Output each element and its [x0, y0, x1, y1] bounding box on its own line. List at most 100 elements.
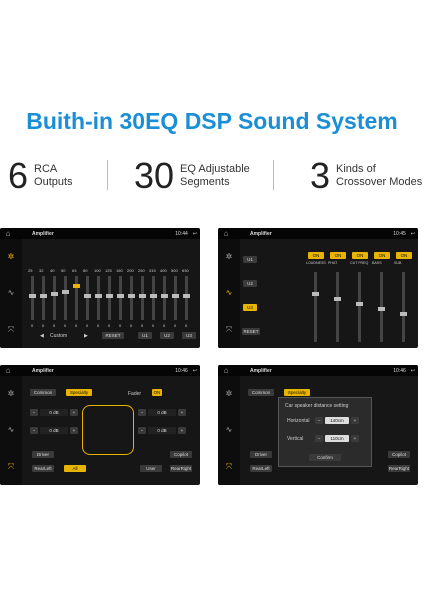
- crossover-icon[interactable]: ∿: [224, 288, 234, 298]
- u2-button[interactable]: U2: [160, 332, 174, 339]
- crossover-knob[interactable]: [356, 302, 363, 306]
- db-increase-button[interactable]: +: [70, 409, 78, 416]
- eq-slider[interactable]: [161, 276, 168, 320]
- crossover-toggle[interactable]: ON: [396, 252, 412, 259]
- sound-field-icon[interactable]: ⤧: [224, 462, 234, 472]
- user-button[interactable]: User: [140, 465, 162, 472]
- horizontal-decrease-button[interactable]: −: [315, 417, 323, 424]
- db-increase-button[interactable]: +: [178, 427, 186, 434]
- crossover-icon[interactable]: ∿: [6, 425, 16, 435]
- db-increase-button[interactable]: +: [178, 409, 186, 416]
- eq-knob[interactable]: [84, 294, 91, 298]
- crossover-knob[interactable]: [312, 292, 319, 296]
- eq-slider[interactable]: [128, 276, 135, 320]
- eq-knob[interactable]: [51, 292, 58, 296]
- back-icon[interactable]: ↩: [193, 368, 197, 374]
- eq-knob[interactable]: [172, 294, 179, 298]
- crossover-slider[interactable]: [312, 272, 319, 342]
- u1-button[interactable]: U1: [243, 256, 257, 263]
- crossover-icon[interactable]: ∿: [6, 288, 16, 298]
- next-preset-icon[interactable]: ▶: [84, 333, 88, 339]
- tab-specialty[interactable]: Specialty: [66, 389, 92, 396]
- eq-knob[interactable]: [150, 294, 157, 298]
- crossover-knob[interactable]: [378, 307, 385, 311]
- eq-knob[interactable]: [29, 294, 36, 298]
- all-button[interactable]: All: [64, 465, 86, 472]
- eq-slider[interactable]: [139, 276, 146, 320]
- eq-slider[interactable]: [84, 276, 91, 320]
- crossover-knob[interactable]: [334, 297, 341, 301]
- vertical-decrease-button[interactable]: −: [315, 435, 323, 442]
- eq-knob[interactable]: [139, 294, 146, 298]
- eq-knob[interactable]: [161, 294, 168, 298]
- prev-preset-icon[interactable]: ◀: [40, 333, 44, 339]
- rear-right-button[interactable]: RearRight: [388, 465, 410, 472]
- u1-button[interactable]: U1: [138, 332, 152, 339]
- eq-icon[interactable]: ✲: [6, 389, 16, 399]
- eq-knob[interactable]: [128, 294, 135, 298]
- rear-left-button[interactable]: RearLeft: [250, 465, 272, 472]
- db-decrease-button[interactable]: −: [30, 409, 38, 416]
- home-icon[interactable]: ⌂: [221, 366, 231, 376]
- eq-slider[interactable]: [150, 276, 157, 320]
- eq-slider[interactable]: [172, 276, 179, 320]
- eq-slider[interactable]: [73, 276, 80, 320]
- eq-slider[interactable]: [117, 276, 124, 320]
- horizontal-value[interactable]: 140cm: [325, 417, 349, 424]
- home-icon[interactable]: ⌂: [3, 229, 13, 239]
- eq-knob[interactable]: [62, 290, 69, 294]
- u3-button[interactable]: U3: [182, 332, 196, 339]
- crossover-toggle[interactable]: ON: [352, 252, 368, 259]
- home-icon[interactable]: ⌂: [221, 229, 231, 239]
- db-increase-button[interactable]: +: [70, 427, 78, 434]
- crossover-toggle[interactable]: ON: [330, 252, 346, 259]
- sound-field-icon[interactable]: ⤧: [224, 325, 234, 335]
- eq-slider[interactable]: [95, 276, 102, 320]
- tab-common[interactable]: Common: [30, 389, 56, 396]
- fader-toggle[interactable]: ON: [152, 389, 162, 396]
- driver-button[interactable]: Driver: [32, 451, 54, 458]
- eq-slider[interactable]: [29, 276, 36, 320]
- home-icon[interactable]: ⌂: [3, 366, 13, 376]
- back-icon[interactable]: ↩: [411, 231, 415, 237]
- eq-knob[interactable]: [40, 294, 47, 298]
- eq-icon[interactable]: ✲: [6, 252, 16, 262]
- rear-left-button[interactable]: RearLeft: [32, 465, 54, 472]
- eq-knob[interactable]: [95, 294, 102, 298]
- copilot-button[interactable]: Copilot: [170, 451, 192, 458]
- crossover-slider[interactable]: [378, 272, 385, 342]
- u2-button[interactable]: U2: [243, 280, 257, 287]
- crossover-slider[interactable]: [400, 272, 407, 342]
- vertical-increase-button[interactable]: +: [351, 435, 359, 442]
- driver-button[interactable]: Driver: [250, 451, 272, 458]
- crossover-icon[interactable]: ∿: [224, 425, 234, 435]
- tab-common[interactable]: Common: [248, 389, 274, 396]
- sound-field-icon[interactable]: ⤧: [6, 462, 16, 472]
- eq-knob[interactable]: [117, 294, 124, 298]
- reset-button[interactable]: RESET: [242, 328, 260, 335]
- eq-slider[interactable]: [106, 276, 113, 320]
- sound-field-icon[interactable]: ⤧: [6, 325, 16, 335]
- horizontal-increase-button[interactable]: +: [351, 417, 359, 424]
- crossover-knob[interactable]: [400, 312, 407, 316]
- db-decrease-button[interactable]: −: [138, 409, 146, 416]
- db-decrease-button[interactable]: −: [138, 427, 146, 434]
- tab-specialty[interactable]: Specialty: [284, 389, 310, 396]
- u3-button[interactable]: U3: [243, 304, 257, 311]
- vertical-value[interactable]: 110cm: [325, 435, 349, 442]
- eq-slider[interactable]: [62, 276, 69, 320]
- reset-button[interactable]: RESET: [102, 332, 124, 339]
- eq-knob[interactable]: [106, 294, 113, 298]
- eq-icon[interactable]: ✲: [224, 252, 234, 262]
- eq-slider[interactable]: [51, 276, 58, 320]
- crossover-toggle[interactable]: ON: [374, 252, 390, 259]
- back-icon[interactable]: ↩: [193, 231, 197, 237]
- rear-right-button[interactable]: RearRight: [170, 465, 192, 472]
- crossover-slider[interactable]: [356, 272, 363, 342]
- back-icon[interactable]: ↩: [411, 368, 415, 374]
- eq-icon[interactable]: ✲: [224, 389, 234, 399]
- crossover-toggle[interactable]: ON: [308, 252, 324, 259]
- eq-slider[interactable]: [183, 276, 190, 320]
- eq-knob[interactable]: [73, 284, 80, 288]
- eq-slider[interactable]: [40, 276, 47, 320]
